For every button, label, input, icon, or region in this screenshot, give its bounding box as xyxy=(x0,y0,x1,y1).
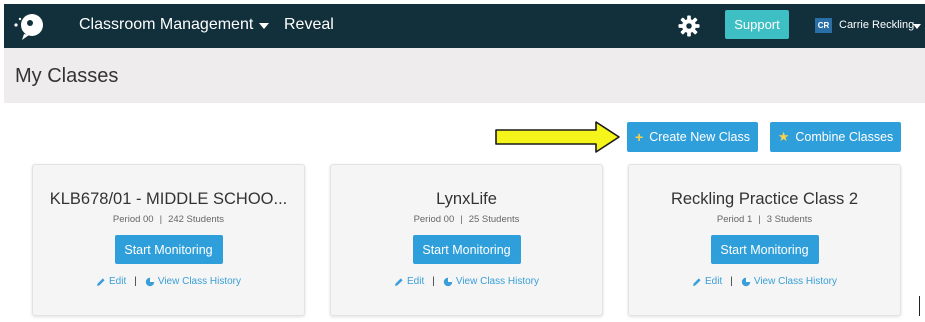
meta-separator: | xyxy=(758,214,761,225)
view-class-history-link[interactable]: View Class History xyxy=(741,276,837,287)
classroom-management-menu[interactable]: Classroom Management xyxy=(79,16,270,34)
combine-classes-label: Combine Classes xyxy=(795,130,894,144)
classroom-management-label: Classroom Management xyxy=(79,16,254,33)
logo-icon[interactable] xyxy=(12,10,48,42)
class-student-count: 3 Students xyxy=(766,214,813,225)
top-navbar: Classroom Management Reveal Support CR C… xyxy=(4,4,925,48)
view-class-history-label: View Class History xyxy=(157,276,241,287)
combine-classes-button[interactable]: ★ Combine Classes xyxy=(770,122,901,152)
page-title: My Classes xyxy=(15,65,119,87)
meta-separator: | xyxy=(159,214,163,225)
create-new-class-label: Create New Class xyxy=(649,130,750,144)
class-student-count: 25 Students xyxy=(468,214,520,225)
edit-link-label: Edit xyxy=(406,276,425,287)
edit-link[interactable]: Edit xyxy=(96,276,126,287)
link-separator: | xyxy=(432,276,435,287)
user-name[interactable]: Carrie Reckling xyxy=(839,19,914,31)
edit-link-label: Edit xyxy=(704,276,723,287)
text-cursor xyxy=(919,296,920,316)
pencil-icon xyxy=(692,277,701,286)
class-student-count: 242 Students xyxy=(168,214,225,225)
pencil-icon xyxy=(96,277,105,286)
gear-icon[interactable] xyxy=(678,15,700,37)
edit-link[interactable]: Edit xyxy=(692,276,722,287)
support-button[interactable]: Support xyxy=(725,10,789,39)
class-period: Period 00 xyxy=(413,214,455,225)
link-separator: | xyxy=(730,276,733,287)
edit-link[interactable]: Edit xyxy=(394,276,424,287)
avatar[interactable]: CR xyxy=(815,18,832,33)
class-meta: Period 00 | 242 Students xyxy=(33,214,304,225)
class-period: Period 00 xyxy=(112,214,154,225)
page: Classroom Management Reveal Support CR C… xyxy=(0,0,925,322)
class-card: KLB678/01 - MIDDLE SCHOO... Period 00 | 24… xyxy=(32,164,305,316)
card-links: Edit | View Class History xyxy=(331,276,602,287)
chevron-down-icon xyxy=(259,23,270,29)
pie-chart-icon xyxy=(443,277,453,286)
view-class-history-label: View Class History xyxy=(753,276,837,287)
class-card: Reckling Practice Class 2 Period 1 | 3 Stu… xyxy=(628,164,901,316)
create-new-class-button[interactable]: + Create New Class xyxy=(627,122,758,152)
star-icon: ★ xyxy=(777,129,790,144)
class-name[interactable]: LynxLife xyxy=(331,190,602,209)
user-menu-chevron-down-icon[interactable] xyxy=(913,24,921,29)
class-period: Period 1 xyxy=(716,214,753,225)
plus-icon: + xyxy=(635,129,644,145)
reveal-link[interactable]: Reveal xyxy=(284,16,334,34)
edit-link-label: Edit xyxy=(108,276,127,287)
view-class-history-link[interactable]: View Class History xyxy=(145,276,241,287)
class-card: LynxLife Period 00 | 25 Students Start Mon… xyxy=(330,164,603,316)
pie-chart-icon xyxy=(741,277,751,286)
view-class-history-link[interactable]: View Class History xyxy=(443,276,539,287)
class-meta: Period 1 | 3 Students xyxy=(629,214,900,225)
pie-chart-icon xyxy=(145,277,155,286)
start-monitoring-button[interactable]: Start Monitoring xyxy=(710,235,819,264)
page-header: My Classes xyxy=(4,48,925,103)
meta-separator: | xyxy=(460,214,463,225)
link-separator: | xyxy=(134,276,137,287)
view-class-history-label: View Class History xyxy=(455,276,539,287)
start-monitoring-button[interactable]: Start Monitoring xyxy=(114,235,223,264)
card-links: Edit | View Class History xyxy=(629,276,900,287)
class-meta: Period 00 | 25 Students xyxy=(331,214,602,225)
class-name[interactable]: KLB678/01 - MIDDLE SCHOO... xyxy=(33,190,304,209)
class-name[interactable]: Reckling Practice Class 2 xyxy=(629,190,900,209)
yellow-arrow-icon xyxy=(495,121,620,153)
pencil-icon xyxy=(394,277,403,286)
card-links: Edit | View Class History xyxy=(33,276,304,287)
start-monitoring-button[interactable]: Start Monitoring xyxy=(412,235,521,264)
